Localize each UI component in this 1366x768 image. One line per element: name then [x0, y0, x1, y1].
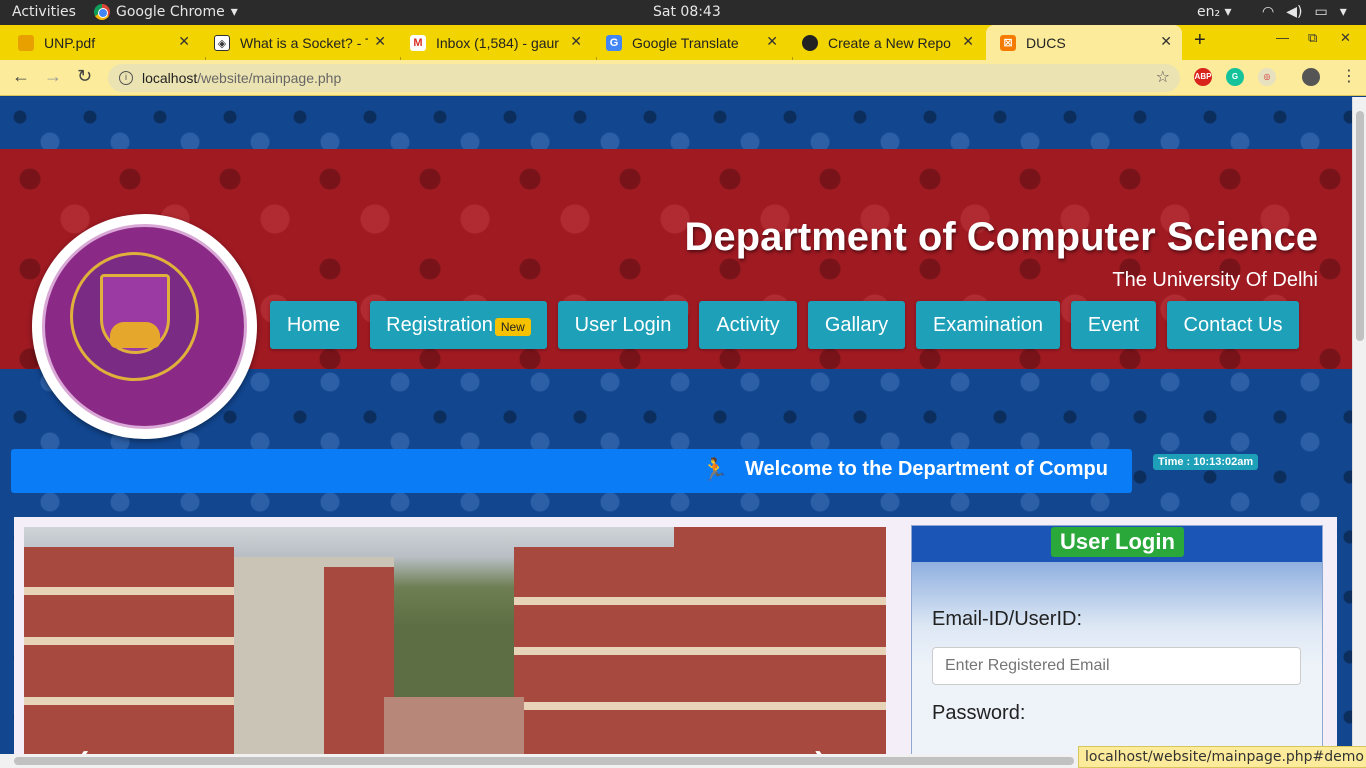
- site-title: Department of Computer Science: [684, 215, 1318, 259]
- time-badge: Time : 10:13:02am: [1153, 454, 1259, 470]
- tab-title: DUCS: [1026, 34, 1066, 51]
- tab-title: Inbox (1,584) - gaur: [436, 34, 559, 51]
- system-tray[interactable]: ◠ ◀) ▭ ▾: [1262, 4, 1347, 20]
- gmail-icon: M: [410, 34, 426, 51]
- site-subtitle: The University Of Delhi: [1112, 269, 1318, 291]
- extension-icon[interactable]: ◎: [1258, 68, 1276, 86]
- main-content: ‹ › User Login Email-ID/UserID: Password…: [14, 517, 1337, 768]
- tab-unp-pdf[interactable]: UNP.pdf ✕: [4, 25, 200, 60]
- close-icon[interactable]: ✕: [1160, 33, 1172, 50]
- nav-examination[interactable]: Examination: [916, 301, 1060, 349]
- activities-button[interactable]: Activities: [12, 4, 76, 20]
- chevron-down-icon: ▾: [1339, 4, 1347, 20]
- maximize-button[interactable]: ⧉: [1308, 30, 1317, 46]
- tab-title: Create a New Repo: [828, 34, 951, 51]
- password-label: Password:: [932, 702, 1026, 724]
- elephant-emblem-icon: [110, 322, 160, 348]
- nav-activity[interactable]: Activity: [699, 301, 797, 349]
- close-icon[interactable]: ✕: [766, 33, 778, 50]
- runner-icon: 🏃: [701, 457, 729, 482]
- campus-slideshow: ‹ ›: [24, 527, 886, 768]
- close-window-button[interactable]: ✕: [1340, 30, 1351, 46]
- chrome-icon: [94, 4, 110, 20]
- tab-google-translate[interactable]: G Google Translate ✕: [592, 25, 788, 60]
- app-menu[interactable]: Google Chrome ▾: [94, 4, 238, 20]
- tab-inbox[interactable]: M Inbox (1,584) - gaur ✕: [396, 25, 592, 60]
- chevron-down-icon: ▾: [230, 4, 238, 20]
- nav-contact-us[interactable]: Contact Us: [1167, 301, 1299, 349]
- new-tab-button[interactable]: +: [1194, 29, 1206, 52]
- university-logo: [32, 214, 257, 439]
- close-icon[interactable]: ✕: [374, 33, 386, 50]
- xampp-icon: ⊠: [1000, 34, 1016, 51]
- bookmark-star-icon[interactable]: ☆: [1156, 64, 1170, 92]
- marquee-text: Welcome to the Department of Compu: [745, 458, 1108, 480]
- url-path: /website/mainpage.php: [197, 70, 342, 86]
- close-icon[interactable]: ✕: [178, 33, 190, 50]
- back-button[interactable]: ←: [12, 66, 30, 87]
- web-page: Department of Computer Science The Unive…: [0, 97, 1352, 768]
- adblock-icon[interactable]: ABP: [1194, 68, 1212, 86]
- forward-button[interactable]: →: [44, 66, 62, 87]
- email-input[interactable]: [932, 647, 1301, 685]
- pdf-icon: [18, 34, 34, 51]
- volume-icon: ◀): [1286, 4, 1303, 20]
- minimize-button[interactable]: —: [1276, 30, 1289, 45]
- login-heading: User Login: [1051, 527, 1184, 557]
- close-icon[interactable]: ✕: [570, 33, 582, 50]
- welcome-marquee: 🏃 Welcome to the Department of Compu: [11, 449, 1132, 493]
- close-icon[interactable]: ✕: [962, 33, 974, 50]
- reload-button[interactable]: ↻: [77, 66, 92, 87]
- vertical-scrollbar[interactable]: [1352, 97, 1366, 768]
- new-badge: New: [494, 318, 531, 336]
- user-login-panel: User Login Email-ID/UserID: Password:: [911, 525, 1323, 768]
- profile-avatar[interactable]: [1302, 68, 1320, 86]
- tab-title: Google Translate: [632, 34, 739, 51]
- info-icon[interactable]: i: [119, 71, 133, 85]
- status-url-bubble: localhost/website/mainpage.php#demo: [1078, 746, 1366, 768]
- tab-socket[interactable]: ◈ What is a Socket? - T ✕: [200, 25, 396, 60]
- tab-title: UNP.pdf: [44, 34, 96, 51]
- app-name: Google Chrome: [116, 4, 225, 20]
- nav-registration-label: Registration: [386, 313, 493, 336]
- browser-toolbar: ← → ↻ i localhost/website/mainpage.php ☆: [0, 60, 1366, 96]
- nav-event[interactable]: Event: [1071, 301, 1156, 349]
- nav-user-login[interactable]: User Login: [558, 301, 688, 349]
- nav-registration[interactable]: Registration New: [370, 301, 547, 349]
- translate-icon: G: [606, 34, 622, 51]
- tab-github-repo[interactable]: Create a New Repo ✕: [788, 25, 984, 60]
- grammarly-icon[interactable]: G: [1226, 68, 1244, 86]
- email-label: Email-ID/UserID:: [932, 608, 1083, 630]
- tab-ducs[interactable]: ⊠ DUCS ✕: [986, 25, 1182, 60]
- battery-icon: ▭: [1314, 4, 1328, 20]
- clock[interactable]: Sat 08:43: [653, 4, 721, 20]
- nav-home[interactable]: Home: [270, 301, 357, 349]
- tab-title: What is a Socket? - T: [240, 34, 368, 51]
- address-bar[interactable]: i localhost/website/mainpage.php ☆: [108, 64, 1180, 92]
- doc-icon: ◈: [214, 34, 230, 51]
- wifi-icon: ◠: [1262, 4, 1275, 20]
- os-top-bar: Activities Google Chrome ▾ Sat 08:43 en₂ …: [0, 0, 1366, 25]
- input-language[interactable]: en₂ ▾: [1197, 4, 1232, 20]
- tab-strip: UNP.pdf ✕ ◈ What is a Socket? - T ✕ M Inbox …: [0, 25, 1366, 77]
- url-host: localhost: [142, 70, 198, 86]
- nav-gallary[interactable]: Gallary: [808, 301, 905, 349]
- github-icon: [802, 34, 818, 51]
- menu-kebab-icon[interactable]: ⋮: [1341, 66, 1357, 86]
